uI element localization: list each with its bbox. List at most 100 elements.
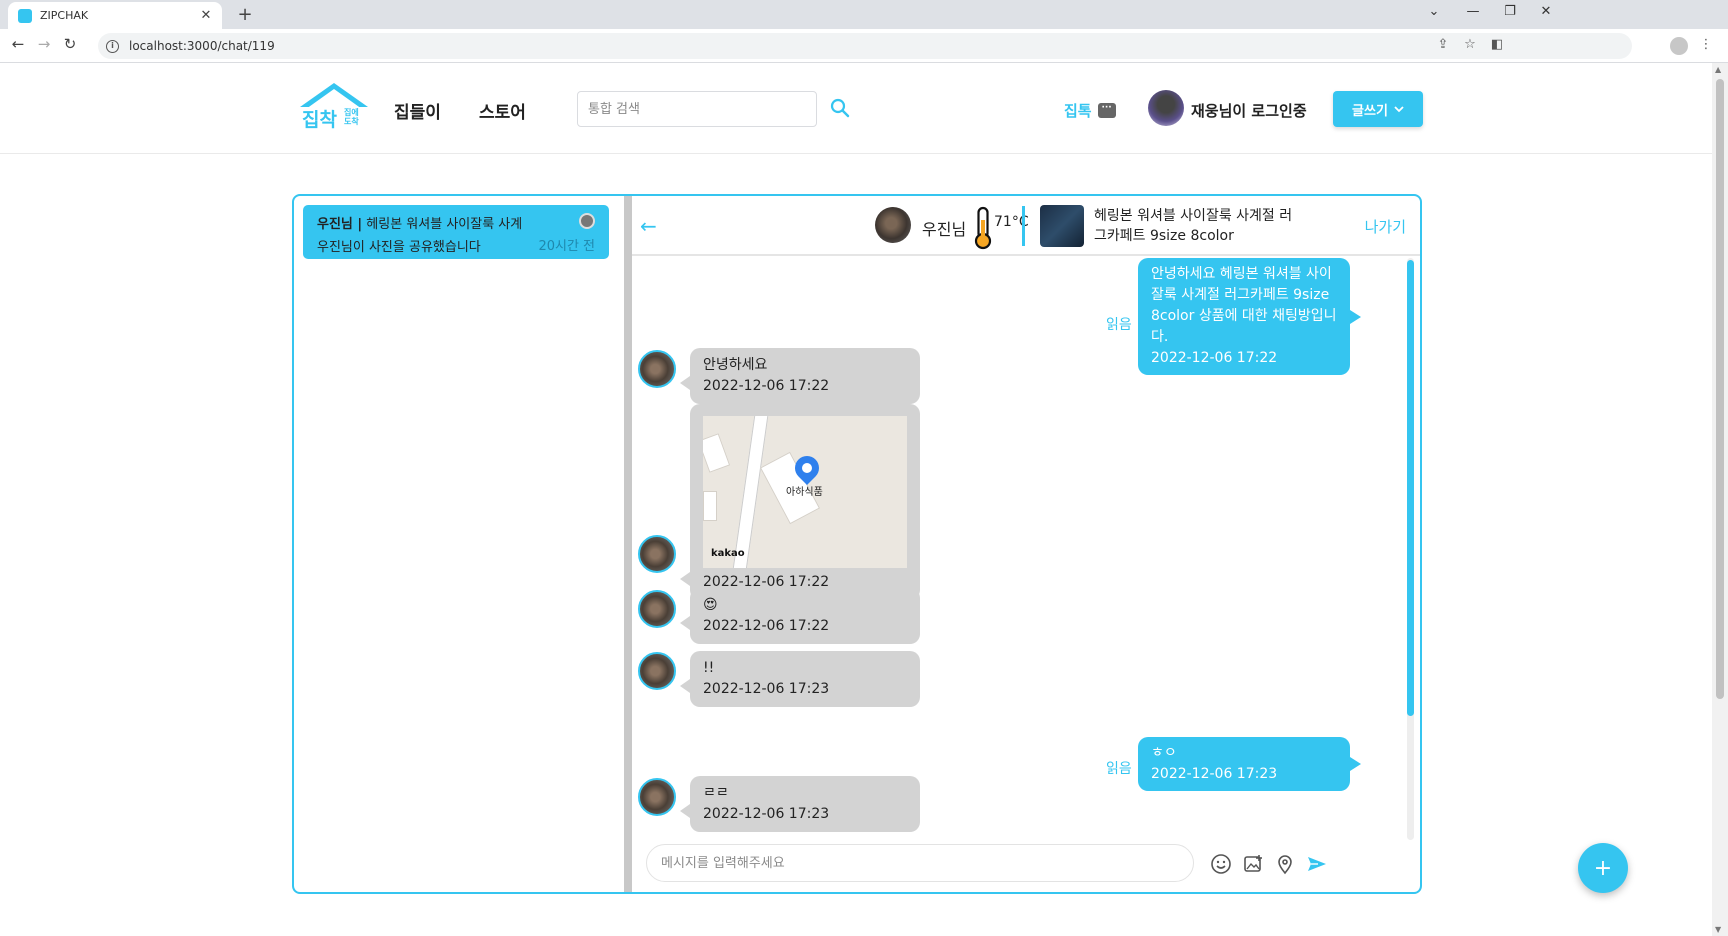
message-input-row (632, 840, 1420, 892)
leave-button[interactable]: 나가기 (1365, 216, 1406, 237)
bookmark-star-icon[interactable]: ☆ (1461, 37, 1479, 52)
chat-pane: ← 우진님 71°C 헤링본 워셔블 사이잘룩 사계절 러그카페트 9size … (632, 196, 1420, 892)
jiptok-link[interactable]: 집톡 ··· (1064, 100, 1116, 121)
message-text: ㄹㄹ (703, 785, 729, 801)
message-time: 2022-12-06 17:22 (703, 378, 830, 394)
site-info-icon[interactable]: i (106, 39, 119, 53)
incoming-message: ㄹㄹ 2022-12-06 17:23 (680, 776, 920, 832)
scroll-up-icon[interactable]: ▲ (1715, 65, 1721, 74)
zipchak-logo[interactable]: 집착 집에 도착 (298, 83, 368, 135)
image-upload-icon[interactable] (1242, 853, 1264, 875)
page-scrollbar[interactable]: ▲ ▼ (1712, 63, 1728, 936)
incoming-message: !! 2022-12-06 17:23 (680, 651, 920, 707)
profile-icon[interactable] (1670, 37, 1688, 55)
url-text[interactable]: localhost:3000/chat/119 (129, 39, 275, 53)
message-text: 안녕하세요 (703, 357, 768, 373)
location-pin-icon[interactable] (1274, 853, 1296, 875)
search-icon[interactable] (829, 97, 851, 119)
window-close-icon[interactable]: ✕ (1528, 4, 1564, 19)
map-building (703, 491, 717, 521)
new-tab-button[interactable]: + (234, 4, 256, 25)
read-label: 읽음 (1106, 317, 1132, 333)
incoming-message: 안녕하세요 2022-12-06 17:22 (680, 348, 920, 404)
map-brand-label: kakao (711, 548, 745, 559)
reload-icon[interactable]: ↻ (59, 35, 81, 53)
room-time: 20시간 전 (538, 239, 595, 254)
site-favicon-icon (18, 8, 32, 23)
chat-header: ← 우진님 71°C 헤링본 워셔블 사이잘룩 사계절 러그카페트 9size … (632, 196, 1420, 256)
map-place-label: 아하식품 (786, 487, 823, 498)
side-panel-icon[interactable]: ◧ (1488, 37, 1506, 52)
back-arrow-icon[interactable]: ← (640, 214, 657, 238)
chat-room-list: 우진님 | 헤링본 워셔블 사이잘룩 사계 우진님이 사진을 공유했습니다 20… (294, 196, 624, 892)
share-icon[interactable]: ⇪ (1434, 37, 1452, 52)
partner-message-avatar[interactable] (638, 652, 676, 690)
product-thumbnail[interactable] (1040, 205, 1084, 247)
partner-avatar[interactable] (875, 207, 911, 243)
browser-tab-strip: ZIPCHAK ✕ + ⌄ — ❐ ✕ (0, 0, 1728, 29)
partner-message-avatar[interactable] (638, 778, 676, 816)
address-bar-row: ← → ↻ i localhost:3000/chat/119 ⇪ ☆ ◧ ⋮ (0, 29, 1728, 63)
partner-name: 우진님 (922, 220, 967, 239)
omnibox[interactable]: i localhost:3000/chat/119 (98, 33, 1632, 59)
incoming-map-message: 아하식품 kakao 2022-12-06 17:22 (680, 404, 920, 600)
message-time: 2022-12-06 17:23 (703, 681, 830, 697)
room-title-line: 우진님 | 헤링본 워셔블 사이잘룩 사계 (317, 213, 595, 232)
message-text: !! (703, 660, 715, 676)
message-scrollbar[interactable] (1407, 258, 1414, 840)
product-title[interactable]: 헤링본 워셔블 사이잘룩 사계절 러그카페트 9size 8color (1094, 206, 1294, 246)
incoming-message: 😍 2022-12-06 17:22 (680, 588, 920, 644)
outgoing-message: ㅎㅇ 2022-12-06 17:23 (1138, 737, 1361, 791)
map-building (703, 433, 731, 473)
tab-close-icon[interactable]: ✕ (198, 8, 214, 23)
site-header: 집착 집에 도착 집들이 스토어 집톡 ··· 재웅님이 로그인중 글쓰기 (0, 63, 1712, 154)
room-partner-name: 우진님 | (317, 217, 363, 232)
outgoing-message: 안녕하세요 헤링본 워셔블 사이잘룩 사계절 러그카페트 9size 8colo… (1138, 258, 1361, 375)
user-avatar[interactable] (1148, 90, 1184, 126)
chat-room-item[interactable]: 우진님 | 헤링본 워셔블 사이잘룩 사계 우진님이 사진을 공유했습니다 20… (303, 205, 609, 259)
message-time: 2022-12-06 17:22 (703, 618, 830, 634)
write-button[interactable]: 글쓰기 (1333, 91, 1423, 127)
message-text: 안녕하세요 헤링본 워셔블 사이잘룩 사계절 러그카페트 9size 8colo… (1151, 266, 1337, 345)
room-product-name: 헤링본 워셔블 사이잘룩 사계 (366, 217, 523, 232)
read-label: 읽음 (1106, 761, 1132, 777)
message-input[interactable] (646, 844, 1194, 882)
send-icon[interactable] (1306, 853, 1328, 875)
header-separator (1022, 206, 1025, 246)
forward-icon[interactable]: → (33, 35, 55, 53)
partner-message-avatar[interactable] (638, 535, 676, 573)
chat-bubble-icon: ··· (1097, 103, 1116, 118)
partner-message-avatar[interactable] (638, 350, 676, 388)
nav-store[interactable]: 스토어 (479, 98, 526, 123)
room-status-dot (579, 213, 595, 229)
restore-icon[interactable]: ❐ (1492, 4, 1528, 19)
search-input[interactable] (577, 91, 817, 127)
message-time: 2022-12-06 17:23 (703, 806, 830, 822)
floating-add-button[interactable]: + (1578, 843, 1628, 893)
scroll-down-icon[interactable]: ▼ (1715, 925, 1721, 934)
minimize-icon[interactable]: — (1455, 4, 1491, 19)
message-list[interactable]: 읽음 안녕하세요 헤링본 워셔블 사이잘룩 사계절 러그카페트 9size 8c… (632, 258, 1420, 840)
back-icon[interactable]: ← (7, 35, 29, 53)
shared-location-map[interactable]: 아하식품 kakao (703, 416, 907, 568)
logo-subtext: 집에 도착 (344, 108, 359, 126)
partner-message-avatar[interactable] (638, 590, 676, 628)
chat-container: 우진님 | 헤링본 워셔블 사이잘룩 사계 우진님이 사진을 공유했습니다 20… (292, 194, 1422, 894)
jiptok-label: 집톡 (1064, 102, 1092, 120)
emoji-icon[interactable] (1210, 853, 1232, 875)
tab-title: ZIPCHAK (40, 9, 89, 22)
write-button-label: 글쓰기 (1352, 103, 1388, 119)
nav-housewarming[interactable]: 집들이 (394, 98, 441, 123)
chevron-down-icon (1394, 105, 1404, 112)
tab-search-chevron-icon[interactable]: ⌄ (1416, 4, 1452, 19)
message-scrollbar-thumb[interactable] (1407, 260, 1414, 716)
user-login-status[interactable]: 재웅님이 로그인중 (1191, 100, 1307, 121)
page-scrollbar-thumb[interactable] (1716, 79, 1724, 699)
logo-text: 집착 (302, 109, 337, 131)
panel-divider[interactable] (624, 196, 632, 892)
browser-menu-icon[interactable]: ⋮ (1697, 37, 1715, 52)
thermometer-icon (974, 206, 992, 250)
message-time: 2022-12-06 17:23 (1151, 766, 1278, 782)
browser-tab[interactable]: ZIPCHAK ✕ (8, 2, 222, 29)
message-emoji: 😍 (703, 597, 718, 613)
